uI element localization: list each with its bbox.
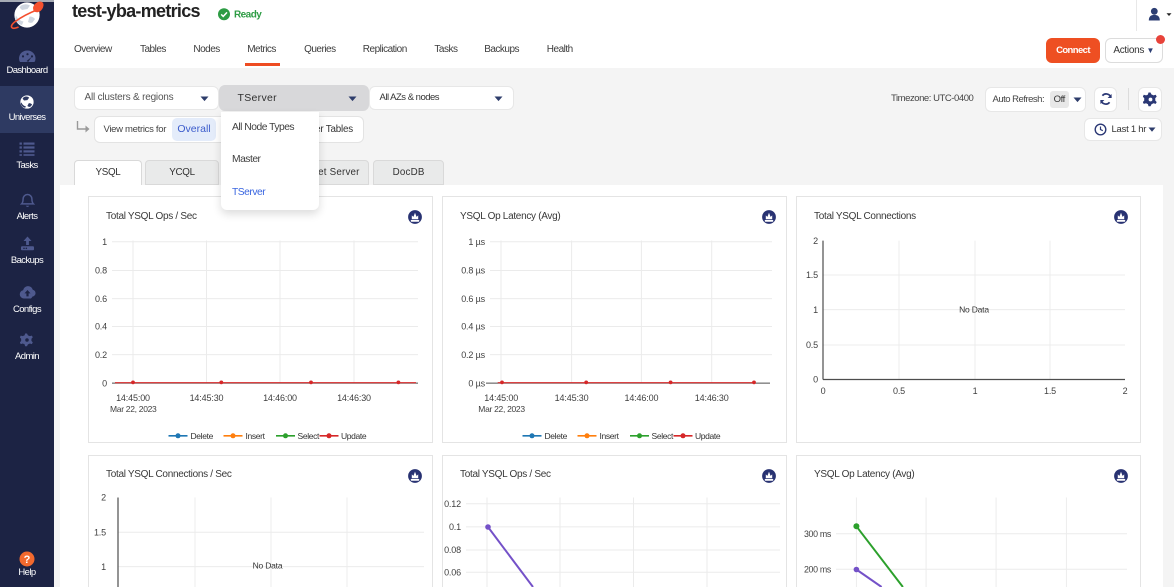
svg-text:Ready: Ready [234, 9, 262, 20]
svg-text:?: ? [24, 554, 31, 566]
